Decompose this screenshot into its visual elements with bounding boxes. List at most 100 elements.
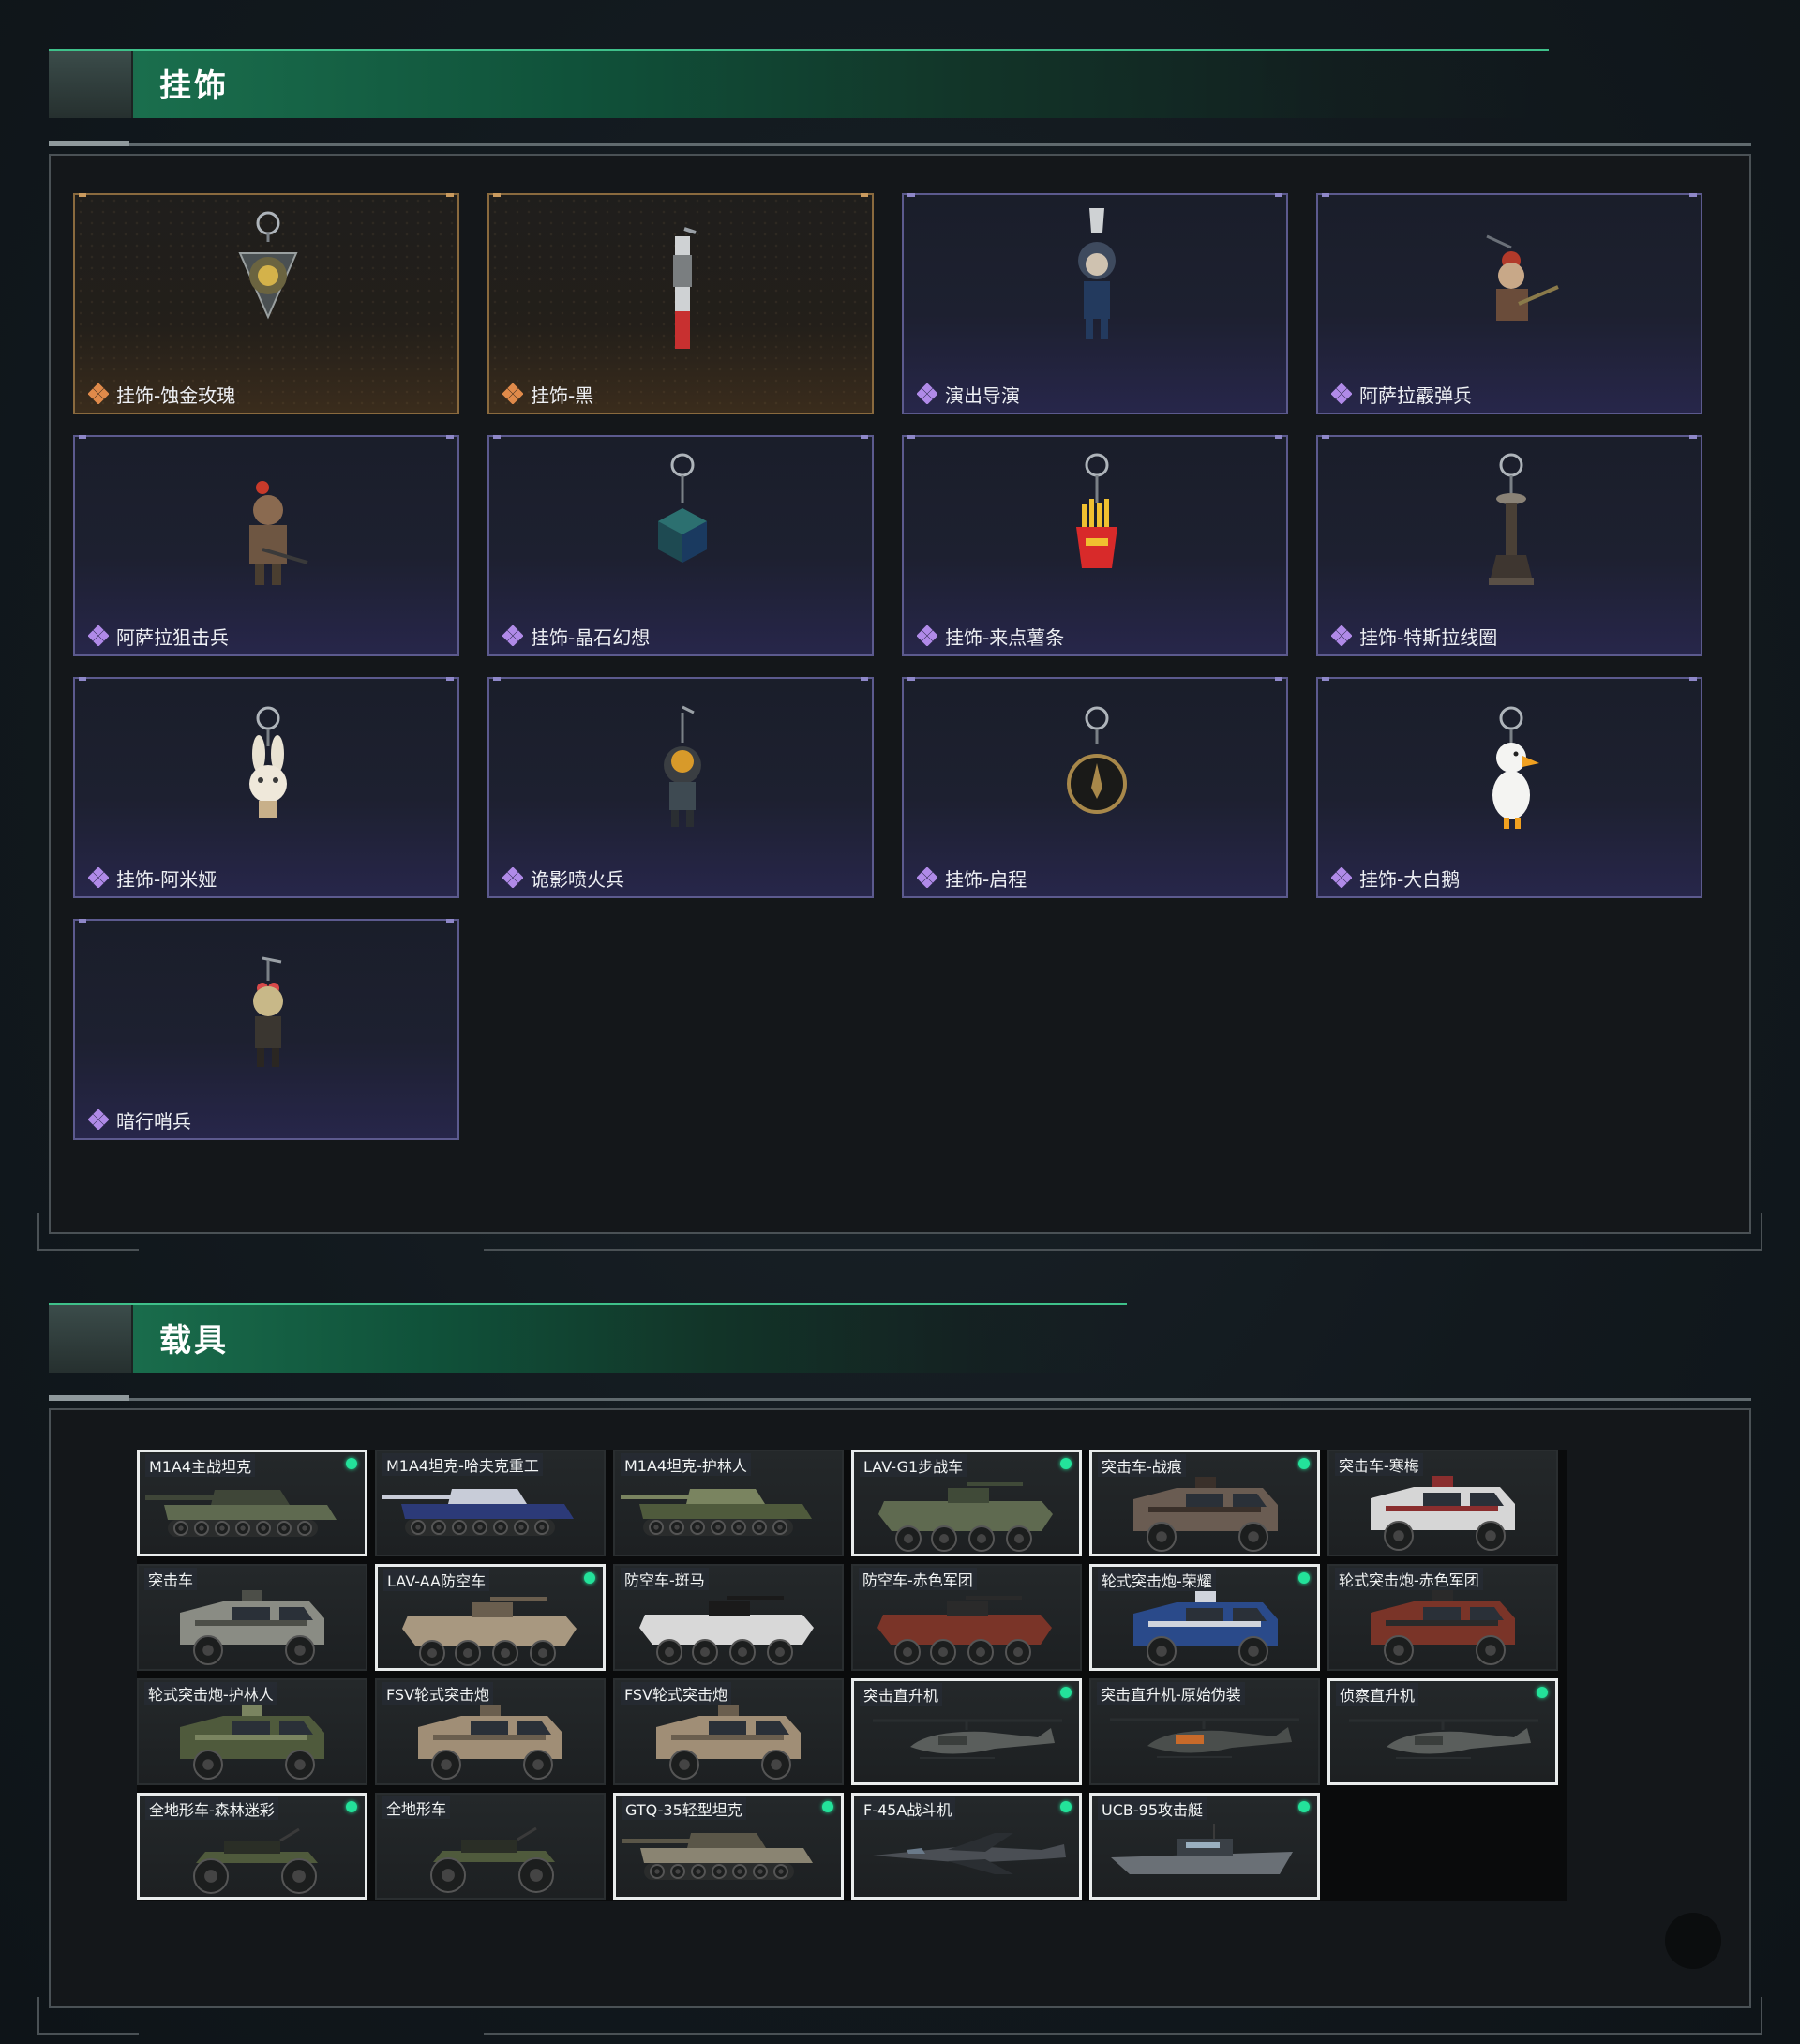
- vehicle-tile[interactable]: 突击直升机: [851, 1678, 1082, 1785]
- vehicle-name: 轮式突击炮-荣耀: [1098, 1569, 1216, 1591]
- vehicle-tile[interactable]: 突击直升机-原始伪装: [1089, 1678, 1320, 1785]
- panel-corner: [1761, 1213, 1762, 1251]
- header-underline-highlight: [49, 1395, 129, 1401]
- header-underline: [129, 1398, 1751, 1401]
- vehicle-name: 全地形车-森林迷彩: [145, 1797, 278, 1820]
- charm-name: 阿萨拉狙击兵: [116, 625, 229, 649]
- vehicle-tile[interactable]: 防空车-斑马: [613, 1564, 844, 1671]
- charm-card[interactable]: 挂饰-特斯拉线圈: [1316, 435, 1702, 656]
- decor-blob: [1665, 1913, 1721, 1969]
- charm-card[interactable]: 挂饰-黑: [488, 193, 874, 414]
- rarity-diamond-icon: [88, 1109, 109, 1130]
- panel-corner: [38, 1213, 39, 1251]
- rarity-diamond-icon: [88, 625, 109, 646]
- status-dot-icon: [1060, 1458, 1072, 1469]
- charm-label: 挂饰-蚀金玫瑰: [88, 381, 235, 407]
- charm-name: 挂饰-晶石幻想: [531, 625, 651, 649]
- charm-card[interactable]: 演出导演: [902, 193, 1288, 414]
- vehicle-name: 突击车-寒梅: [1335, 1453, 1423, 1476]
- charm-card[interactable]: 阿萨拉霰弹兵: [1316, 193, 1702, 414]
- vehicle-tile[interactable]: GTQ-35轻型坦克: [613, 1793, 844, 1900]
- header-underline: [129, 143, 1751, 146]
- panel-corner: [38, 1997, 39, 2035]
- charm-label: 挂饰-阿米娅: [88, 864, 217, 891]
- header-stub: [49, 1305, 133, 1373]
- vehicles-panel: M1A4主战坦克 M1A4坦克-哈夫克重工 M1A4坦克-护林人 LAV-G1步战车突…: [49, 1408, 1751, 2008]
- rarity-diamond-icon: [1331, 625, 1352, 646]
- rarity-diamond-icon: [917, 383, 938, 404]
- vehicle-tile[interactable]: 突击车: [137, 1564, 368, 1671]
- vehicle-tile[interactable]: 轮式突击炮-护林人: [137, 1678, 368, 1785]
- charm-card[interactable]: 诡影喷火兵: [488, 677, 874, 898]
- status-dot-icon: [1298, 1801, 1310, 1812]
- status-dot-icon: [346, 1458, 357, 1469]
- vehicle-name: 侦察直升机: [1336, 1683, 1419, 1706]
- charm-name: 阿萨拉霰弹兵: [1359, 383, 1472, 407]
- vehicle-tile[interactable]: 突击车-战痕: [1089, 1450, 1320, 1556]
- blade-tag-icon: [489, 195, 872, 373]
- charms-title: 挂饰: [159, 68, 229, 105]
- vehicle-tile[interactable]: 防空车-赤色军团: [851, 1564, 1082, 1671]
- vehicle-tile[interactable]: 全地形车-森林迷彩: [137, 1793, 368, 1900]
- goose-figure-icon: [1318, 679, 1701, 857]
- vehicle-tile[interactable]: LAV-AA防空车: [375, 1564, 606, 1671]
- vehicle-name: LAV-AA防空车: [383, 1569, 489, 1591]
- vehicle-name: 轮式突击炮-护林人: [144, 1682, 278, 1705]
- vehicle-tile[interactable]: M1A4坦克-护林人: [613, 1450, 844, 1556]
- panel-corner: [1761, 1997, 1762, 2035]
- charm-name: 诡影喷火兵: [531, 867, 624, 891]
- vehicle-name: UCB-95攻击艇: [1098, 1797, 1207, 1820]
- charm-card[interactable]: 挂饰-阿米娅: [73, 677, 459, 898]
- charm-card[interactable]: 挂饰-晶石幻想: [488, 435, 874, 656]
- charm-name: 挂饰-大白鹅: [1359, 867, 1461, 891]
- header-stub: [49, 51, 133, 118]
- charm-card[interactable]: 挂饰-来点薯条: [902, 435, 1288, 656]
- vehicle-name: F-45A战斗机: [860, 1797, 956, 1820]
- charm-name: 挂饰-特斯拉线圈: [1359, 625, 1498, 649]
- vehicle-name: 防空车-赤色军团: [859, 1568, 977, 1590]
- vehicle-tile[interactable]: M1A4主战坦克: [137, 1450, 368, 1556]
- charm-name: 暗行哨兵: [116, 1109, 191, 1133]
- vehicle-tile[interactable]: FSV轮式突击炮: [375, 1678, 606, 1785]
- charm-card[interactable]: 挂饰-蚀金玫瑰: [73, 193, 459, 414]
- vehicle-tile[interactable]: 轮式突击炮-赤色军团: [1328, 1564, 1558, 1671]
- vehicle-tile[interactable]: F-45A战斗机: [851, 1793, 1082, 1900]
- panel-foot: [38, 1249, 139, 1251]
- charm-label: 挂饰-来点薯条: [917, 623, 1064, 649]
- vehicle-tile[interactable]: M1A4坦克-哈夫克重工: [375, 1450, 606, 1556]
- vehicles-title: 载具: [159, 1322, 229, 1360]
- charm-name: 挂饰-黑: [531, 383, 594, 407]
- status-dot-icon: [1060, 1687, 1072, 1698]
- charm-name: 挂饰-蚀金玫瑰: [116, 383, 236, 407]
- charm-label: 挂饰-大白鹅: [1331, 864, 1460, 891]
- rose-pendant-icon: [75, 195, 458, 373]
- vehicle-tile[interactable]: FSV轮式突击炮: [613, 1678, 844, 1785]
- charm-card[interactable]: 阿萨拉狙击兵: [73, 435, 459, 656]
- rarity-diamond-icon: [917, 867, 938, 888]
- vehicle-name: GTQ-35轻型坦克: [622, 1797, 746, 1820]
- vehicle-tile[interactable]: LAV-G1步战车: [851, 1450, 1082, 1556]
- vehicle-tile[interactable]: 突击车-寒梅: [1328, 1450, 1558, 1556]
- status-dot-icon: [346, 1801, 357, 1812]
- vehicle-tile[interactable]: 侦察直升机: [1328, 1678, 1558, 1785]
- vehicles-header: 载具: [49, 1303, 1127, 1373]
- vehicle-tile[interactable]: 轮式突击炮-荣耀: [1089, 1564, 1320, 1671]
- rarity-diamond-icon: [88, 867, 109, 888]
- charm-label: 暗行哨兵: [88, 1106, 191, 1133]
- vehicle-name: FSV轮式突击炮: [621, 1682, 732, 1705]
- vehicle-tile[interactable]: 全地形车: [375, 1793, 606, 1900]
- status-dot-icon: [584, 1572, 595, 1584]
- vehicle-name: 突击车-战痕: [1098, 1454, 1186, 1477]
- rarity-diamond-icon: [502, 867, 523, 888]
- vehicle-name: 突击直升机-原始伪装: [1097, 1682, 1245, 1705]
- charm-card[interactable]: 挂饰-大白鹅: [1316, 677, 1702, 898]
- sniper-figure-icon: [75, 437, 458, 615]
- shotgunner-figure-icon: [1318, 195, 1701, 373]
- vehicle-tile[interactable]: UCB-95攻击艇: [1089, 1793, 1320, 1900]
- charm-card[interactable]: 挂饰-启程: [902, 677, 1288, 898]
- panel-foot: [38, 2033, 139, 2035]
- vehicle-name: 突击车: [144, 1568, 198, 1590]
- charm-card[interactable]: 暗行哨兵: [73, 919, 459, 1140]
- fries-icon: [904, 437, 1286, 615]
- panel-foot: [484, 1249, 1762, 1251]
